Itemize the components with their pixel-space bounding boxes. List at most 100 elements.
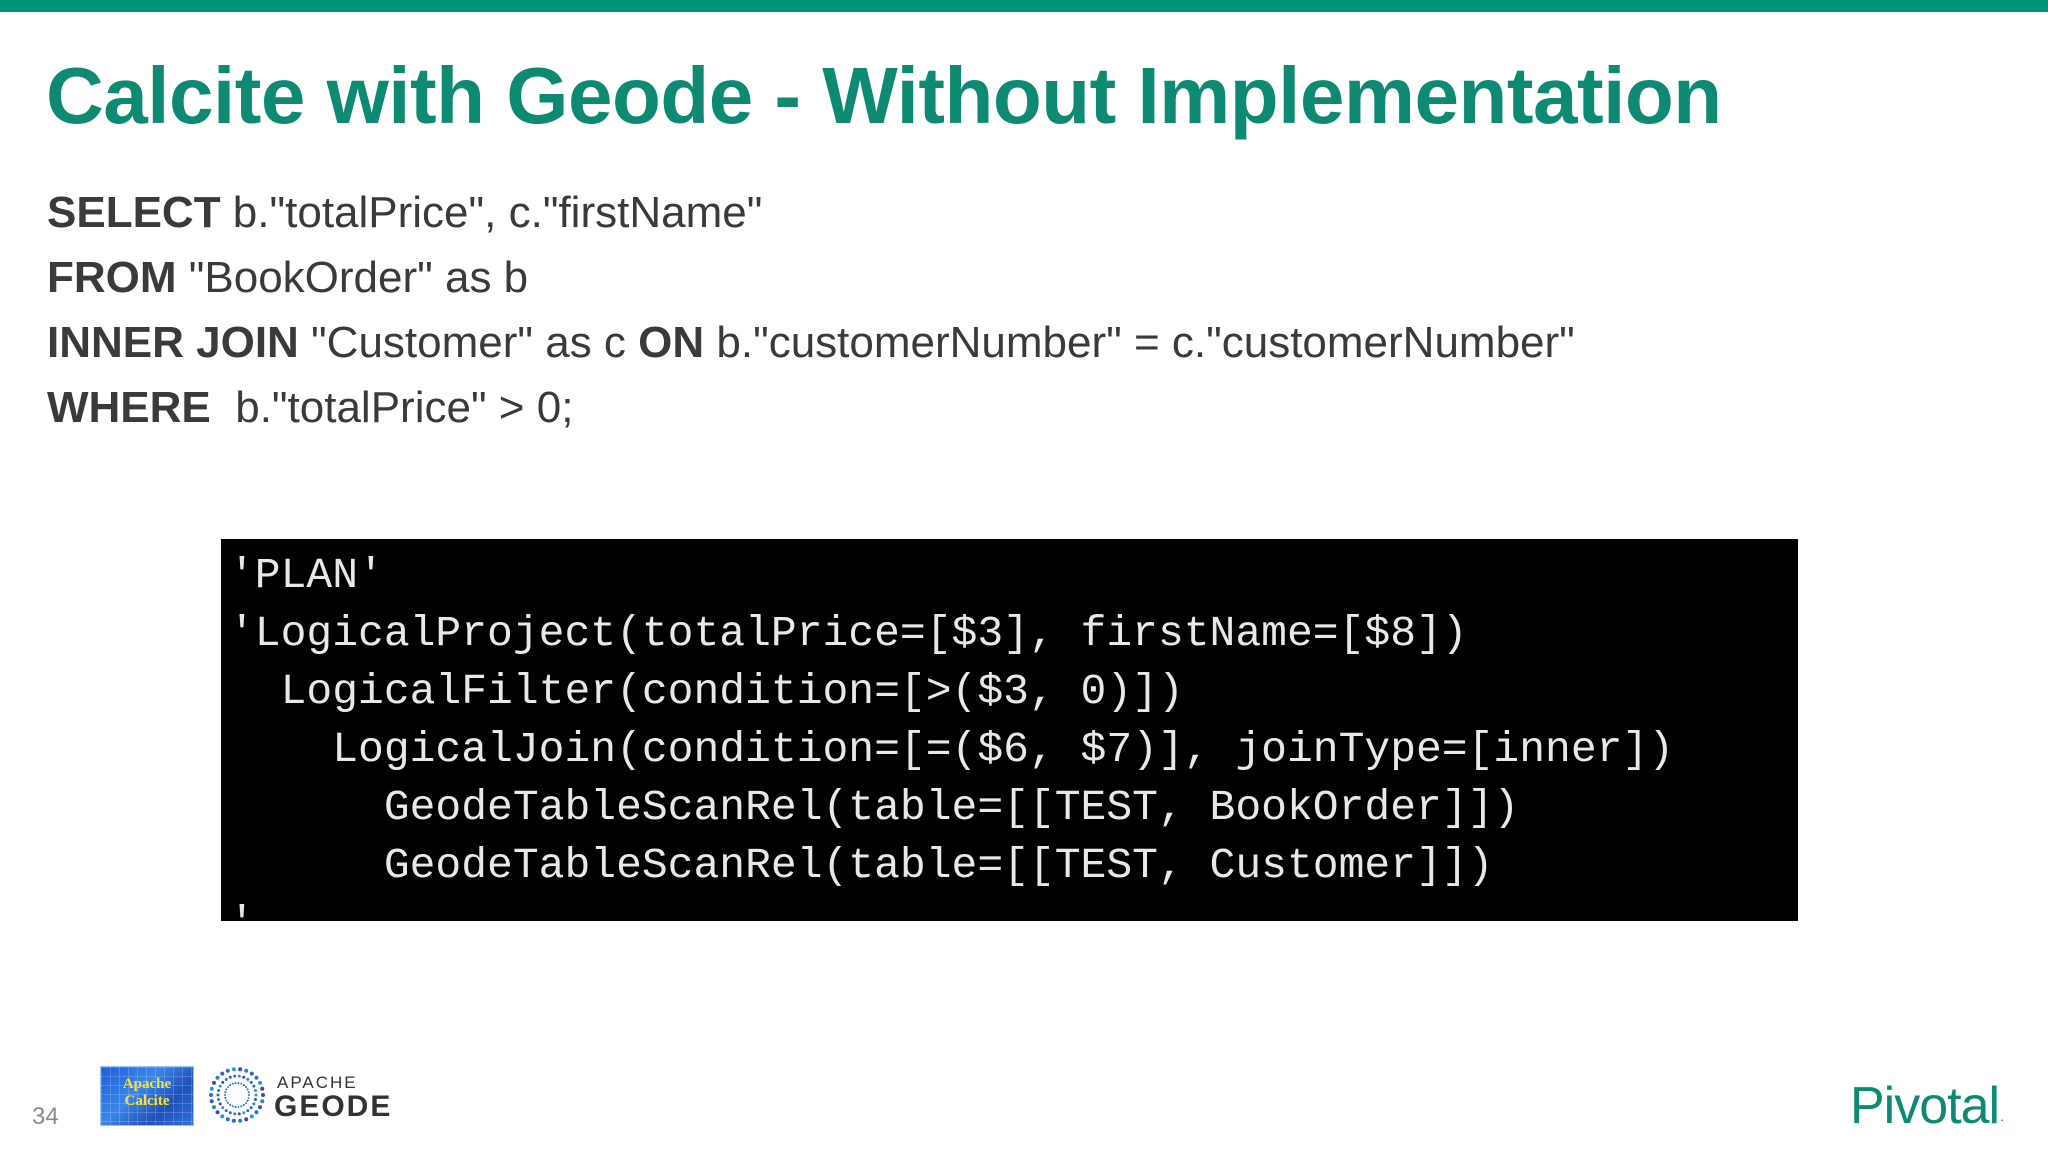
geode-burst-dot <box>253 1098 257 1102</box>
sql-text: b."totalPrice" > 0; <box>210 383 574 432</box>
geode-burst-dot <box>237 1105 240 1108</box>
geode-burst-dot <box>217 1098 221 1102</box>
geode-burst-dot <box>254 1110 259 1115</box>
geode-burst-dot <box>261 1093 265 1097</box>
sql-keyword: ON <box>638 318 705 367</box>
geode-burst-dot <box>242 1111 246 1115</box>
sql-line-join: INNER JOIN "Customer" as c ON b."custome… <box>47 310 1575 375</box>
sql-keyword: FROM <box>47 253 177 302</box>
geode-burst-dot <box>244 1068 249 1073</box>
top-accent-bar <box>0 0 2048 12</box>
geode-burst-dot <box>240 1105 243 1108</box>
geode-burst-dot <box>221 1106 225 1110</box>
geode-burst-dot <box>209 1093 213 1097</box>
geode-burst-dot <box>221 1080 225 1084</box>
geode-burst-dot <box>224 1096 227 1099</box>
sql-text: "BookOrder" as b <box>176 253 529 302</box>
geode-burst-dot <box>242 1103 245 1106</box>
geode-burst-dot <box>247 1096 250 1099</box>
pivotal-logo-text: Pivotal <box>1850 1077 2000 1135</box>
geode-burst-dot <box>228 1111 232 1115</box>
page-number: 34 <box>32 1103 59 1130</box>
geode-burst-dot <box>258 1080 263 1085</box>
geode-burst-dot <box>252 1084 256 1088</box>
geode-burst-dot <box>215 1075 220 1080</box>
geode-burst-dot <box>224 1094 226 1096</box>
geode-burst-dot <box>233 1074 237 1078</box>
sql-keyword: INNER JOIN <box>47 318 299 367</box>
sql-query: SELECT b."totalPrice", c."firstName" FRO… <box>47 180 1575 440</box>
apache-calcite-logo: Apache Calcite <box>100 1066 194 1126</box>
geode-burst-dot <box>240 1082 243 1085</box>
plan-line: LogicalJoin(condition=[=($6, $7)], joinT… <box>229 725 1675 774</box>
geode-burst-dot <box>242 1084 245 1087</box>
geode-burst-dot <box>231 1082 234 1085</box>
geode-burst-dot <box>231 1067 236 1072</box>
geode-burst-dot <box>216 1093 220 1097</box>
geode-burst-dot <box>231 1118 236 1123</box>
geode-burst-dot <box>234 1082 237 1085</box>
geode-burst-dot <box>225 1099 228 1102</box>
geode-burst-dot <box>231 1105 234 1108</box>
sql-text: b."customerNumber" = c."customerNumber" <box>704 318 1575 367</box>
geode-burst-dot <box>253 1088 257 1092</box>
geode-burst-dot <box>237 1074 241 1078</box>
sql-keyword: SELECT <box>47 188 221 237</box>
sql-line-from: FROM "BookOrder" as b <box>47 245 1575 310</box>
geode-burst-dot <box>244 1117 249 1122</box>
sql-text: b."totalPrice", c."firstName" <box>220 188 763 237</box>
geode-burst-dot <box>237 1082 240 1085</box>
geode-burst-dot <box>229 1084 232 1087</box>
geode-burst-dot <box>254 1075 259 1080</box>
geode-burst-dot <box>242 1075 246 1079</box>
geode-burst-dot <box>244 1086 247 1089</box>
geode-burst-dot <box>247 1091 250 1094</box>
geode-burst-dot <box>246 1099 249 1102</box>
geode-burst-dot <box>249 1080 253 1084</box>
geode-burst-dot <box>233 1112 237 1116</box>
geode-burst-dot <box>225 1068 230 1073</box>
geode-burst-dot <box>220 1071 225 1076</box>
plan-line: 'LogicalProject(totalPrice=[$3], firstNa… <box>229 609 1468 658</box>
geode-burst-dot <box>258 1105 263 1110</box>
geode-burst-dot <box>228 1075 232 1079</box>
geode-burst-dot <box>209 1099 214 1104</box>
sql-line-where: WHERE b."totalPrice" > 0; <box>47 375 1575 440</box>
plan-line: LogicalFilter(condition=[>($3, 0)]) <box>229 667 1184 716</box>
geode-burst-dot <box>227 1101 230 1104</box>
geode-burst-dot <box>260 1099 265 1104</box>
geode-burst-dot <box>246 1109 250 1113</box>
geode-burst-dot <box>215 1110 220 1115</box>
geode-burst-dot <box>249 1114 254 1119</box>
geode-burst-dot <box>224 1077 228 1081</box>
geode-burst-icon <box>209 1067 265 1123</box>
geode-burst-dot <box>225 1088 228 1091</box>
geode-burst-dot <box>220 1114 225 1119</box>
plan-line: GeodeTableScanRel(table=[[TEST, BookOrde… <box>229 783 1520 832</box>
geode-burst-dot <box>225 1117 230 1122</box>
geode-burst-dot <box>244 1101 247 1104</box>
calcite-logo-text: Apache Calcite <box>122 1076 172 1109</box>
geode-burst-dot <box>260 1086 265 1091</box>
geode-burst-dot <box>246 1077 250 1081</box>
pivotal-logo-mark: . <box>2000 1108 2004 1124</box>
geode-burst-dot <box>238 1067 243 1072</box>
plan-line: GeodeTableScanRel(table=[[TEST, Customer… <box>229 841 1494 890</box>
geode-logo-text: GEODE <box>274 1090 393 1123</box>
geode-burst-dot <box>224 1091 227 1094</box>
geode-burst-dot <box>209 1086 214 1091</box>
query-plan-screenshot: 'PLAN' 'LogicalProject(totalPrice=[$3], … <box>221 539 1798 921</box>
geode-burst-dot <box>218 1102 222 1106</box>
geode-burst-dot <box>217 1088 221 1092</box>
geode-burst-dot <box>218 1084 222 1088</box>
geode-burst-dot <box>252 1102 256 1106</box>
geode-burst-dot <box>249 1071 254 1076</box>
plan-line: ' <box>229 899 255 921</box>
geode-burst-dot <box>227 1086 230 1089</box>
geode-burst-dot <box>238 1118 243 1123</box>
geode-burst-dot <box>224 1109 228 1113</box>
geode-burst-dot <box>248 1094 250 1096</box>
geode-burst-dot <box>237 1112 241 1116</box>
geode-burst-dot <box>211 1080 216 1085</box>
plan-line: 'PLAN' <box>229 551 384 600</box>
